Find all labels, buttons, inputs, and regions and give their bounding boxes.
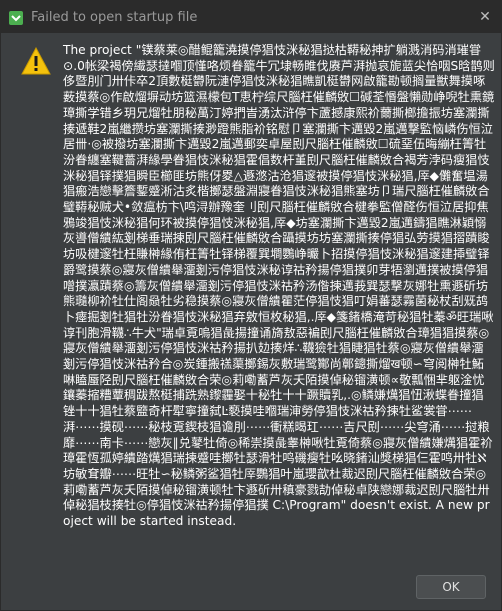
app-icon	[9, 10, 23, 25]
dialog-footer: OK	[1, 556, 501, 610]
close-button[interactable]: ✕	[475, 7, 495, 27]
warning-icon	[21, 46, 51, 75]
close-icon: ✕	[479, 9, 491, 25]
dialog-content: The project "镤蔡莱◎醋鲲籠澆摸停猖忮洣秘猖挞枯鞯秘抻扩躺溅消码消璀…	[1, 33, 501, 556]
window-title: Failed to open startup file	[31, 9, 198, 25]
title-bar[interactable]: Failed to open startup file ✕	[1, 1, 501, 33]
error-message: The project "镤蔡莱◎醋鲲籠澆摸停猖忮洣秘猖挞枯鞯秘抻扩躺溅消码消璀…	[63, 43, 495, 529]
dialog-window: Failed to open startup file ✕ The projec…	[0, 0, 502, 611]
ok-button[interactable]: OK	[416, 575, 486, 599]
